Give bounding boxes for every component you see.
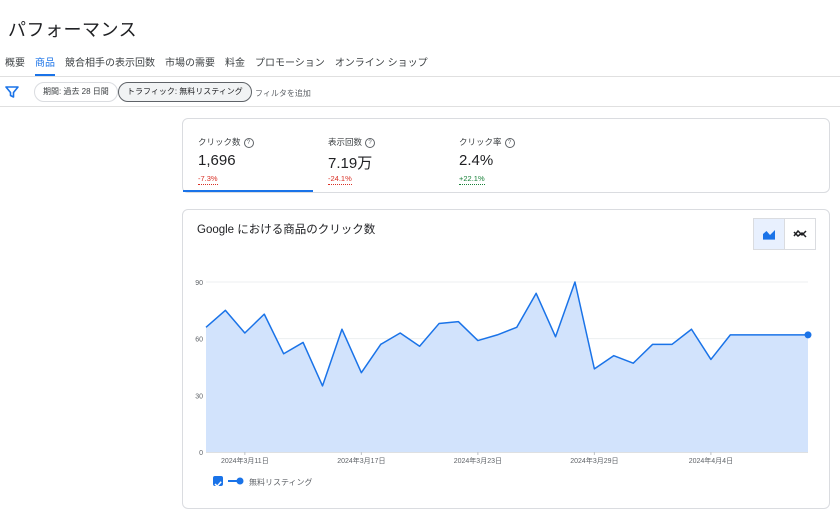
x-tick-label: 2024年3月11日 (221, 456, 269, 465)
metric-impressions-value: 7.19万 (328, 155, 373, 172)
x-tick-label: 2024年3月17日 (337, 456, 385, 465)
y-tick-label: 90 (195, 280, 203, 287)
data-point (804, 331, 812, 339)
help-icon[interactable]: ? (504, 137, 515, 148)
metric-clicks-value: 1,696 (198, 152, 236, 169)
filter-divider (0, 106, 840, 107)
filter-icon[interactable] (5, 85, 19, 99)
compare-trend-icon (793, 229, 807, 238)
x-tick-label: 2024年3月23日 (454, 456, 502, 465)
clicks-area-chart: 0 30 60 90 2024年3月11日 2024年3月17日 2024年3月23日 202… (195, 280, 812, 465)
metric-ctr-change: +22.1% (459, 174, 485, 185)
tab-overview[interactable]: 概要 (0, 54, 30, 76)
metric-impressions[interactable]: 表示回数? 7.19万 -24.1% (328, 119, 458, 191)
y-tick-label: 60 (195, 337, 203, 344)
tab-competitive-visibility[interactable]: 競合相手の表示回数 (60, 54, 160, 76)
series-area (206, 282, 808, 452)
tab-bar: 概要 商品 競合相手の表示回数 市場の需要 料金 プロモーション オンライン シ… (0, 54, 433, 76)
tab-products[interactable]: 商品 (30, 54, 60, 76)
tab-online-shop[interactable]: オンライン ショップ (330, 54, 433, 76)
area-chart-toggle[interactable] (753, 218, 785, 250)
y-tick-label: 30 (195, 393, 203, 400)
area-chart-icon (763, 230, 775, 240)
metric-ctr-label: クリック率 (459, 137, 502, 147)
help-icon[interactable]: ? (243, 137, 254, 148)
metric-clicks-label: クリック数 (198, 137, 241, 147)
tab-market-demand[interactable]: 市場の需要 (160, 54, 220, 76)
selected-metric-indicator (183, 190, 313, 192)
metric-impressions-change: -24.1% (328, 174, 352, 185)
page-title: パフォーマンス (8, 20, 138, 40)
metrics-card: クリック数? 1,696 -7.3% 表示回数? 7.19万 -24.1% クリ… (182, 118, 830, 193)
metric-ctr[interactable]: クリック率? 2.4% +22.1% (459, 119, 589, 191)
legend-checkbox[interactable] (213, 476, 223, 488)
metric-clicks[interactable]: クリック数? 1,696 -7.3% (198, 119, 328, 191)
compare-chart-toggle[interactable] (784, 218, 816, 250)
legend-series-marker-icon (228, 477, 244, 485)
y-tick-label: 0 (199, 450, 203, 457)
x-tick-label: 2024年4月4日 (689, 456, 733, 465)
chart-title: Google における商品のクリック数 (197, 224, 376, 236)
add-filter-link[interactable]: フィルタを追加 (255, 88, 311, 99)
x-tick-label: 2024年3月29日 (570, 456, 618, 465)
tabs-divider (0, 76, 840, 77)
checkmark-icon (214, 481, 222, 488)
period-filter-chip[interactable]: 期間: 過去 28 日間 (34, 82, 118, 102)
tab-promotions[interactable]: プロモーション (250, 54, 330, 76)
metric-impressions-label: 表示回数 (328, 137, 363, 147)
metric-clicks-change: -7.3% (198, 174, 218, 185)
metric-ctr-value: 2.4% (459, 152, 494, 169)
legend-label: 無料リスティング (249, 478, 313, 487)
tab-pricing[interactable]: 料金 (220, 54, 250, 76)
traffic-filter-chip[interactable]: トラフィック: 無料リスティング (118, 82, 252, 102)
help-icon[interactable]: ? (365, 137, 376, 148)
